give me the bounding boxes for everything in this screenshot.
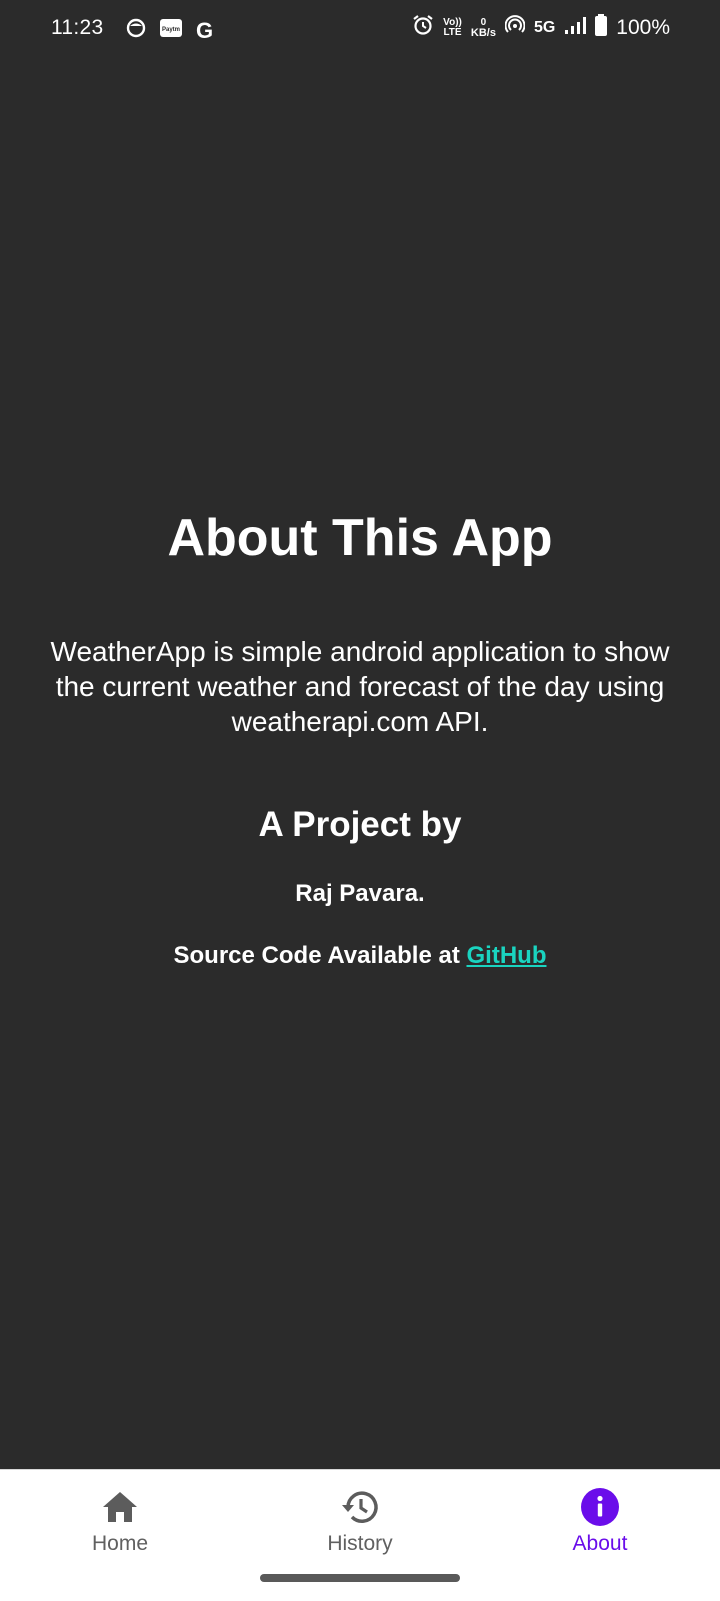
nav-label-history: History (327, 1532, 393, 1555)
github-link[interactable]: GitHub (467, 942, 547, 969)
network-type: 5G (533, 18, 556, 36)
source-code-line: Source Code Available at GitHub (0, 942, 720, 970)
svg-text:Paytm: Paytm (162, 27, 180, 33)
nav-item-about[interactable]: About (480, 1470, 720, 1580)
page-title: About This App (167, 509, 553, 567)
author-name: Raj Pavara. (295, 880, 425, 907)
volte-indicator: Vo)) LTE (443, 16, 462, 38)
status-bar: 11:23 Paytm G Vo)) LTE 0 KB/s 5G 100% (0, 0, 720, 60)
network-speed: 0 KB/s (470, 16, 496, 39)
home-icon (99, 1486, 141, 1528)
google-g-icon: G (196, 17, 214, 43)
notification-icons: Paytm G (126, 18, 213, 43)
battery-percentage: 100% (616, 15, 670, 39)
nav-item-home[interactable]: Home (0, 1470, 240, 1580)
app-description: WeatherApp is simple android application… (50, 636, 670, 737)
source-code-text: Source Code Available at (173, 942, 467, 969)
paytm-icon: Paytm (160, 18, 182, 43)
smiley-icon (126, 18, 146, 43)
nav-label-home: Home (91, 1532, 149, 1555)
signal-icon (564, 15, 587, 40)
system-status-icons: Vo)) LTE 0 KB/s 5G 100% (412, 14, 670, 41)
battery-icon (595, 14, 608, 41)
alarm-icon (412, 14, 434, 41)
nav-item-history[interactable]: History (240, 1470, 480, 1580)
info-icon (579, 1486, 621, 1528)
gesture-home-indicator[interactable] (260, 1574, 460, 1582)
hotspot-icon (504, 15, 526, 40)
status-time: 11:23 (51, 16, 104, 39)
history-icon (339, 1486, 381, 1528)
nav-label-about: About (572, 1532, 628, 1555)
project-heading: A Project by (258, 805, 462, 844)
